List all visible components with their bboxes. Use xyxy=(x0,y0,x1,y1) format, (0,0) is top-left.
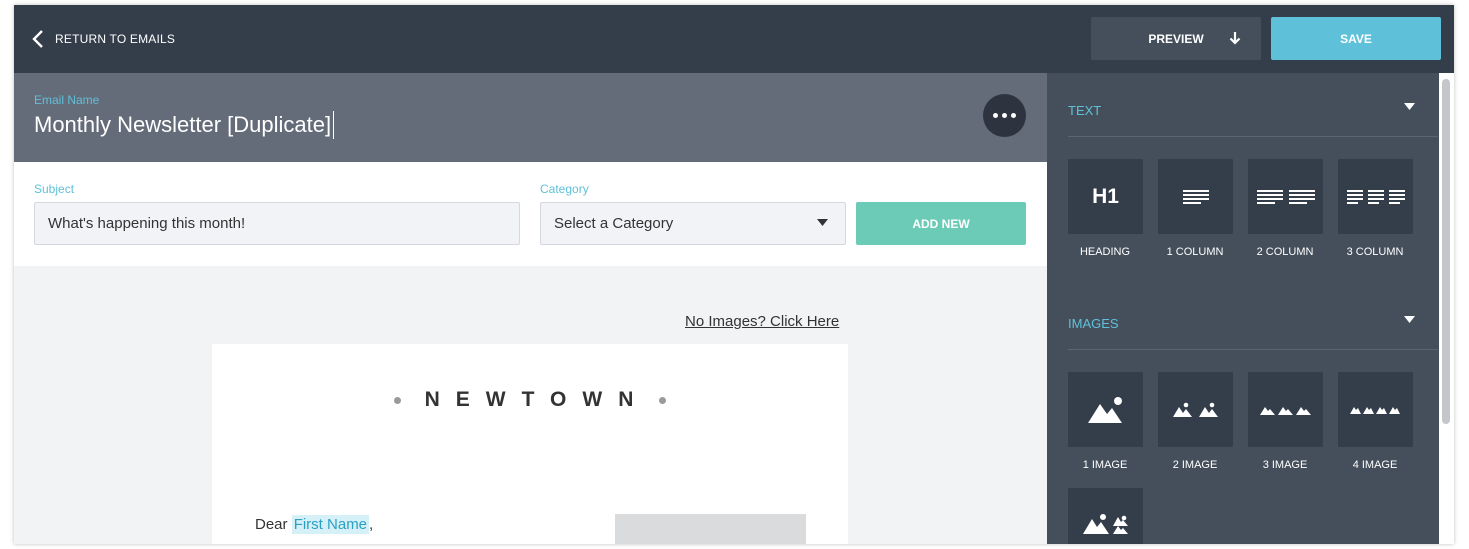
chevron-down-icon[interactable] xyxy=(1404,316,1415,323)
return-to-emails-label: RETURN TO EMAILS xyxy=(55,32,176,46)
three-column-text-icon xyxy=(1346,189,1405,204)
more-dots-icon xyxy=(993,113,998,118)
caret-down-icon xyxy=(817,219,828,226)
section-divider xyxy=(1068,349,1438,350)
category-select[interactable]: Select a Category xyxy=(540,202,846,245)
logo-dot-right xyxy=(659,396,667,404)
more-options-button[interactable] xyxy=(983,94,1026,137)
greeting-text[interactable]: Dear First Name, xyxy=(255,515,374,534)
images-section-title[interactable]: IMAGES xyxy=(1068,316,1119,331)
first-name-merge-tag[interactable]: First Name xyxy=(291,515,370,534)
three-image-tile-label: 3 IMAGE xyxy=(1262,459,1308,471)
chevron-left-icon xyxy=(32,30,43,48)
text-section-title[interactable]: TEXT xyxy=(1068,103,1101,118)
preview-label: PREVIEW xyxy=(1148,31,1204,46)
email-name-header: Email Name Monthly Newsletter [Duplicate… xyxy=(14,73,1047,162)
greeting-prefix: Dear xyxy=(255,516,292,533)
return-to-emails-link[interactable]: RETURN TO EMAILS xyxy=(32,28,175,50)
three-column-block-tile[interactable] xyxy=(1338,159,1413,234)
add-new-category-button[interactable]: ADD NEW xyxy=(856,202,1026,245)
four-image-block-tile[interactable] xyxy=(1338,372,1413,447)
no-images-link[interactable]: No Images? Click Here xyxy=(685,313,839,330)
email-canvas: No Images? Click Here NEWTOWN Dear First… xyxy=(14,266,1047,544)
preview-button[interactable]: PREVIEW xyxy=(1091,17,1261,60)
heading-tile-label: HEADING xyxy=(1079,246,1131,258)
greeting-suffix: , xyxy=(369,516,374,533)
email-image-placeholder[interactable] xyxy=(615,514,806,544)
heading-block-tile[interactable]: H1 xyxy=(1068,159,1143,234)
logo-text: NEWTOWN xyxy=(424,388,650,411)
subject-category-row: Subject Category Select a Category ADD N… xyxy=(14,162,1047,266)
one-column-tile-label: 1 COLUMN xyxy=(1166,246,1224,258)
four-image-tile-label: 4 IMAGE xyxy=(1352,459,1398,471)
one-image-block-tile[interactable] xyxy=(1068,372,1143,447)
chevron-down-icon[interactable] xyxy=(1404,103,1415,110)
one-column-block-tile[interactable] xyxy=(1158,159,1233,234)
two-image-tile-label: 2 IMAGE xyxy=(1172,459,1218,471)
arrow-down-icon xyxy=(1229,32,1241,45)
four-image-icon xyxy=(1349,406,1400,414)
category-selected-value: Select a Category xyxy=(554,215,674,232)
email-name-input[interactable]: Monthly Newsletter [Duplicate] xyxy=(34,111,335,139)
one-column-text-icon xyxy=(1182,189,1209,204)
image-text-block-tile[interactable] xyxy=(1068,488,1143,544)
subject-label: Subject xyxy=(34,182,75,196)
heading-icon: H1 xyxy=(1092,184,1119,208)
one-image-tile-label: 1 IMAGE xyxy=(1082,459,1128,471)
two-column-tile-label: 2 COLUMN xyxy=(1256,246,1314,258)
email-name-label: Email Name xyxy=(34,93,100,107)
category-label: Category xyxy=(540,182,589,196)
top-bar: RETURN TO EMAILS PREVIEW SAVE xyxy=(14,5,1454,73)
email-editor-window: RETURN TO EMAILS PREVIEW SAVE Email Name… xyxy=(14,5,1454,544)
section-divider xyxy=(1068,136,1438,137)
subject-input[interactable] xyxy=(34,202,520,245)
save-button[interactable]: SAVE xyxy=(1271,17,1441,60)
two-image-icon xyxy=(1172,402,1218,417)
sidebar-scrollbar[interactable] xyxy=(1439,73,1454,544)
logo-dot-left xyxy=(393,396,401,404)
newtown-logo: NEWTOWN xyxy=(212,388,848,412)
content-blocks-sidebar: TEXT H1 HEADING 1 COLUMN 2 COLUMN 3 COLU… xyxy=(1047,73,1454,544)
three-column-tile-label: 3 COLUMN xyxy=(1346,246,1404,258)
two-column-block-tile[interactable] xyxy=(1248,159,1323,234)
one-image-icon xyxy=(1087,396,1122,423)
three-image-icon xyxy=(1259,406,1311,415)
two-image-block-tile[interactable] xyxy=(1158,372,1233,447)
scrollbar-thumb[interactable] xyxy=(1442,79,1450,424)
two-column-text-icon xyxy=(1256,189,1315,204)
image-text-icon xyxy=(1082,514,1128,534)
three-image-block-tile[interactable] xyxy=(1248,372,1323,447)
email-body[interactable]: NEWTOWN Dear First Name, xyxy=(212,344,848,544)
